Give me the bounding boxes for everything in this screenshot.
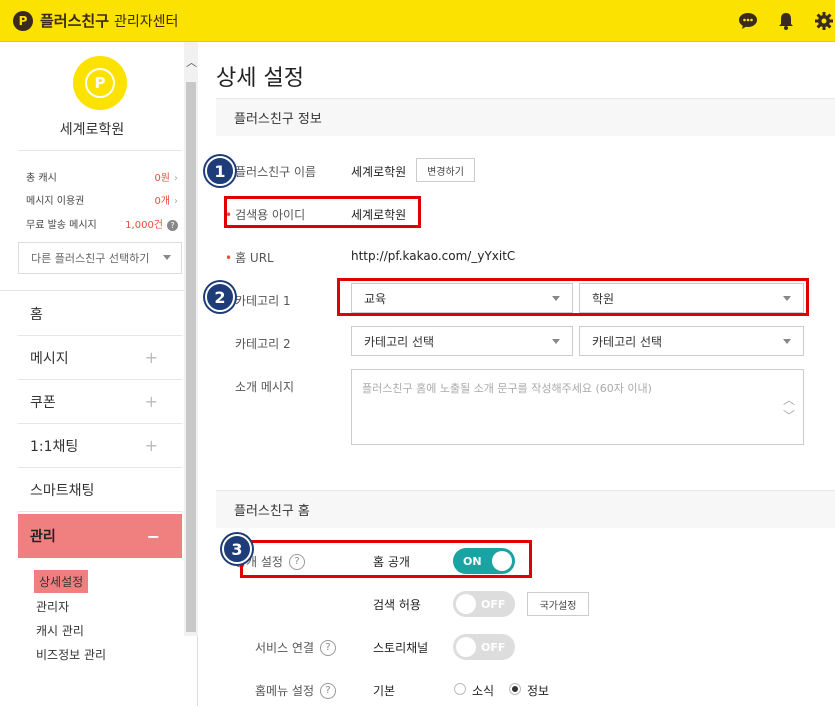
- stat-label: 메시지 이용권: [26, 196, 85, 207]
- plus-icon[interactable]: +: [145, 392, 158, 411]
- name-value: 세계로학원: [351, 165, 407, 179]
- chevron-right-icon: ›: [174, 196, 178, 207]
- radio-info-label: 정보: [527, 684, 550, 698]
- select-placeholder: 다른 플러스친구 선택하기: [31, 252, 150, 265]
- nav-label: 쿠폰: [30, 394, 56, 411]
- stat-value: 1,000건: [125, 220, 163, 231]
- annotation-badge: 3: [222, 534, 252, 564]
- nav-label: 홈: [30, 306, 43, 323]
- intro-placeholder: 플러스친구 홈에 노출될 소개 문구를 작성해주세요 (60자 이내): [362, 382, 652, 395]
- sub-nav-cash[interactable]: 캐시 관리: [36, 622, 84, 639]
- nav-item-coupon[interactable]: 쿠폰 +: [18, 380, 182, 424]
- intro-label: 소개 메시지: [235, 380, 295, 394]
- radio-news[interactable]: [454, 683, 466, 695]
- help-icon[interactable]: ?: [167, 220, 178, 231]
- nav-label: 메시지: [30, 350, 69, 367]
- stat-row-cash[interactable]: 총 캐시 0원 ›: [26, 169, 178, 184]
- bell-icon[interactable]: [775, 10, 797, 32]
- select-value: 카테고리 선택: [592, 334, 663, 349]
- profile-avatar: P: [73, 56, 127, 110]
- search-allow-label: 검색 허용: [373, 598, 421, 612]
- country-settings-button[interactable]: 국가설정: [527, 592, 589, 616]
- intro-textarea[interactable]: 플러스친구 홈에 노출될 소개 문구를 작성해주세요 (60자 이내) ︿ ﹀: [351, 369, 804, 445]
- plus-icon[interactable]: +: [145, 348, 158, 367]
- toggle-text: OFF: [481, 640, 506, 654]
- brand-title[interactable]: 플러스친구: [40, 10, 109, 31]
- main-content: 상세 설정 플러스친구 정보 플러스친구 이름 세계로학원 변경하기 • 검색용 …: [199, 42, 835, 706]
- chevron-down-icon: [552, 339, 560, 344]
- sidebar: P 세계로학원 총 캐시 0원 › 메시지 이용권 0개 › 무료 발송 메시지 1…: [0, 42, 198, 706]
- select-value: 카테고리 선택: [364, 334, 435, 349]
- annotation-badge: 2: [205, 282, 235, 312]
- divider: [18, 150, 182, 151]
- annotation-highlight-box: [240, 540, 532, 578]
- stat-row-message-ticket[interactable]: 메시지 이용권 0개 ›: [26, 192, 178, 207]
- toggle-text: OFF: [481, 597, 506, 611]
- page-title: 상세 설정: [216, 66, 304, 91]
- chat-icon[interactable]: [737, 10, 759, 32]
- radio-info[interactable]: [509, 683, 521, 695]
- section-header-info: 플러스친구 정보: [216, 98, 835, 136]
- home-menu-label: 홈메뉴 설정?: [255, 682, 337, 699]
- category1-label: 카테고리 1: [235, 294, 291, 308]
- nav-item-home[interactable]: 홈: [18, 292, 182, 336]
- sub-nav-biz-info[interactable]: 비즈정보 관리: [36, 646, 106, 663]
- nav-item-manage[interactable]: 관리 −: [18, 514, 182, 558]
- minus-icon[interactable]: −: [147, 527, 160, 546]
- nav-label: 스마트채팅: [30, 482, 95, 499]
- radio-news-label: 소식: [472, 684, 495, 698]
- stat-row-free-message: 무료 발송 메시지 1,000건?: [26, 216, 178, 231]
- annotation-highlight-box: [337, 278, 809, 316]
- plusfriend-logo-icon: P: [85, 68, 115, 98]
- chevron-right-icon: ›: [174, 173, 178, 184]
- top-bar: P 플러스친구 관리자센터: [0, 0, 835, 42]
- top-icons: [737, 0, 835, 42]
- gear-icon[interactable]: [813, 10, 835, 32]
- annotation-highlight-box: [224, 196, 421, 228]
- name-label: 플러스친구 이름: [235, 165, 317, 179]
- category2-main-select[interactable]: 카테고리 선택: [351, 326, 573, 356]
- story-channel-toggle[interactable]: OFF: [453, 634, 515, 660]
- home-url-label: • 홈 URL: [225, 251, 274, 265]
- service-link-label: 서비스 연결?: [255, 639, 337, 656]
- brand-subtitle: 관리자센터: [114, 13, 179, 30]
- scrollbar-thumb[interactable]: [186, 82, 196, 632]
- search-allow-toggle[interactable]: OFF: [453, 591, 515, 617]
- story-channel-label: 스토리채널: [373, 641, 429, 655]
- chevron-down-icon: [163, 255, 171, 260]
- stat-value: 0원: [154, 173, 170, 184]
- annotation-badge: 1: [205, 156, 235, 186]
- sub-nav-admin[interactable]: 관리자: [36, 598, 69, 615]
- divider: [0, 290, 184, 291]
- help-icon[interactable]: ?: [320, 682, 337, 699]
- sub-nav-detail-settings[interactable]: 상세설정: [34, 570, 89, 593]
- nav-item-message[interactable]: 메시지 +: [18, 336, 182, 380]
- textarea-scroll-arrows[interactable]: ︿ ﹀: [783, 392, 795, 424]
- home-url-value[interactable]: http://pf.kakao.com/_yYxitC: [351, 249, 515, 263]
- category2-sub-select[interactable]: 카테고리 선택: [579, 326, 804, 356]
- help-icon[interactable]: ?: [320, 639, 337, 656]
- plusfriend-logo-icon[interactable]: P: [13, 10, 33, 31]
- toggle-knob: [456, 637, 476, 657]
- chevron-up-icon[interactable]: ︿: [186, 54, 197, 70]
- stat-label: 무료 발송 메시지: [26, 220, 97, 231]
- nav-label: 1:1채팅: [30, 438, 79, 455]
- stat-label: 총 캐시: [26, 173, 57, 184]
- profile-name: 세계로학원: [59, 122, 125, 138]
- chevron-down-icon: [783, 339, 791, 344]
- sidebar-scrollbar[interactable]: ︿: [184, 42, 198, 636]
- stat-value: 0개: [154, 196, 170, 207]
- nav-label: 관리: [30, 529, 56, 545]
- section-header-home: 플러스친구 홈: [216, 490, 835, 528]
- category2-label: 카테고리 2: [235, 337, 291, 351]
- nav-item-chat[interactable]: 1:1채팅 +: [18, 424, 182, 468]
- toggle-knob: [456, 594, 476, 614]
- nav-item-smart-chat[interactable]: 스마트채팅: [18, 468, 182, 512]
- change-name-button[interactable]: 변경하기: [416, 158, 475, 182]
- plus-icon[interactable]: +: [145, 436, 158, 455]
- home-menu-default: 기본: [373, 684, 396, 698]
- plusfriend-select[interactable]: 다른 플러스친구 선택하기: [18, 242, 182, 274]
